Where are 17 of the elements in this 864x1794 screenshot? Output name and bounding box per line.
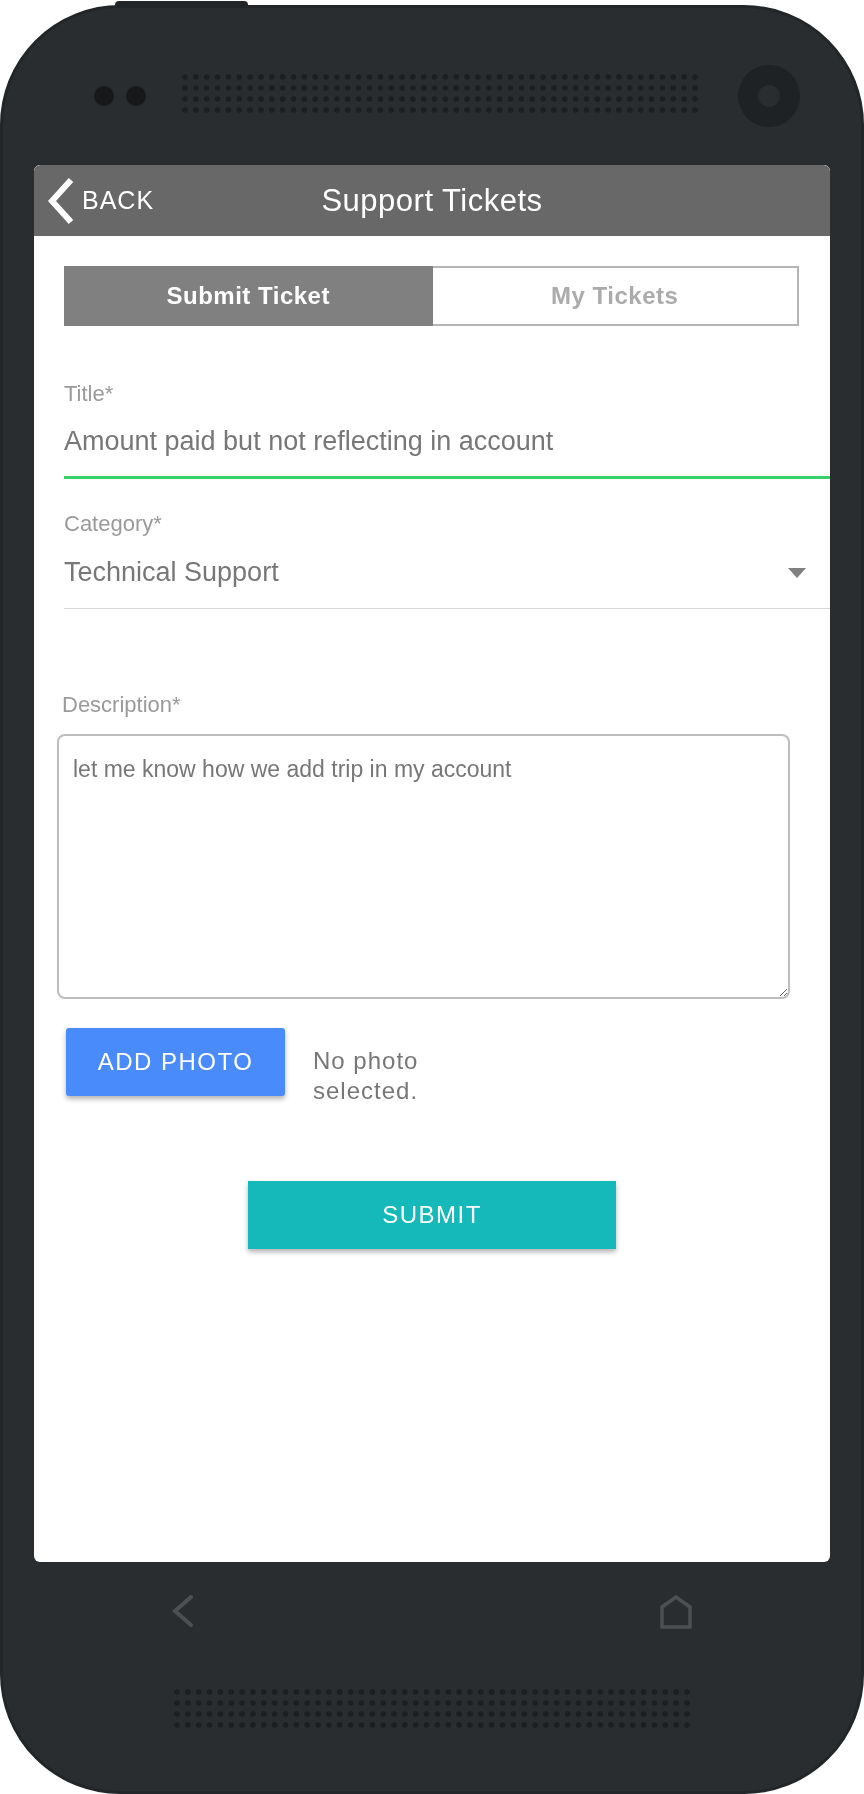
tab[interactable]: Submit Ticket <box>64 266 433 326</box>
field-label: Title* <box>64 381 115 407</box>
add-photo-button[interactable]: ADD PHOTO <box>66 1028 285 1096</box>
caret-icon <box>788 567 806 578</box>
submit-button[interactable]: SUBMIT <box>248 1181 616 1249</box>
chevron-left-icon <box>48 176 74 225</box>
back-nav-icon[interactable] <box>172 1595 194 1627</box>
category-dropdown[interactable]: Technical Support <box>64 537 830 609</box>
field-label: Category* <box>64 511 163 537</box>
photo-status: No photo selected. <box>313 1046 420 1106</box>
home-icon[interactable] <box>660 1595 692 1629</box>
description-field[interactable]: let me know how we add trip in my account <box>57 734 790 999</box>
title-field[interactable]: Amount paid but not reflecting in account <box>64 407 830 479</box>
page-title: Support Tickets <box>321 182 543 219</box>
back-button[interactable]: BACK <box>34 176 155 225</box>
tab[interactable]: My Tickets <box>432 266 799 326</box>
field-label: Description* <box>62 692 182 718</box>
